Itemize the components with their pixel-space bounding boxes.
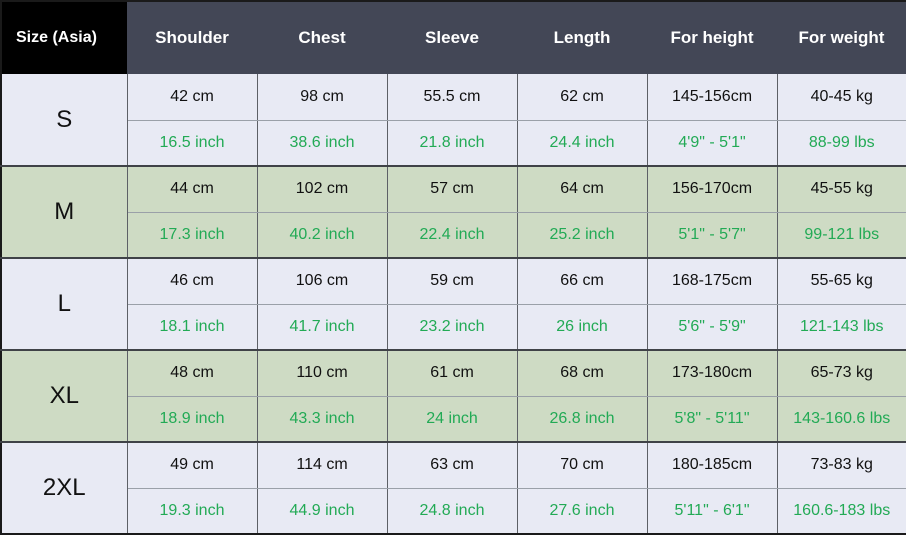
inch-value-cell: 16.5 inch xyxy=(126,120,258,167)
table-row: 17.3 inch 40.2 inch 22.4 inch 25.2 inch 5'1"… xyxy=(1,212,906,259)
cm-value-cell: 106 cm xyxy=(256,258,388,305)
inch-value-cell: 25.2 inch xyxy=(516,212,648,259)
inch-value-cell: 27.6 inch xyxy=(516,488,648,534)
cm-value-cell: 61 cm xyxy=(386,350,518,397)
table-row: S 42 cm 98 cm 55.5 cm 62 cm 145-156cm 40-45 kg xyxy=(1,74,906,167)
cm-value-cell: 73-83 kg xyxy=(776,442,906,489)
inch-value-cell: 24 inch xyxy=(386,396,518,443)
inch-value-cell: 5'11" - 6'1" xyxy=(646,488,778,534)
size-cell: XL xyxy=(1,350,128,443)
inch-value-cell: 17.3 inch xyxy=(126,212,258,259)
inch-value-cell: 38.6 inch xyxy=(256,120,388,167)
table-row: 19.3 inch 44.9 inch 24.8 inch 27.6 inch 5'11… xyxy=(1,488,906,534)
inch-value-cell: 26.8 inch xyxy=(516,396,648,443)
inch-value-cell: 88-99 lbs xyxy=(776,120,906,167)
size-chart-table: Size (Asia) Shoulder Chest Sleeve Length… xyxy=(0,0,906,535)
cm-value-cell: 59 cm xyxy=(386,258,518,305)
inch-value-cell: 160.6-183 lbs xyxy=(776,488,906,534)
header-row: Size (Asia) Shoulder Chest Sleeve Length… xyxy=(1,1,906,74)
inch-value-cell: 41.7 inch xyxy=(256,304,388,351)
inch-value-cell: 19.3 inch xyxy=(126,488,258,534)
cm-value-cell: 40-45 kg xyxy=(776,74,906,121)
cm-value-cell: 180-185cm xyxy=(646,442,778,489)
column-header-size: Size (Asia) xyxy=(1,1,127,74)
inch-value-cell: 99-121 lbs xyxy=(776,212,906,259)
inch-value-cell: 24.8 inch xyxy=(386,488,518,534)
cm-value-cell: 68 cm xyxy=(516,350,648,397)
cm-value-cell: 110 cm xyxy=(256,350,388,397)
column-header-for-weight: For weight xyxy=(777,1,906,74)
cm-value-cell: 42 cm xyxy=(126,74,258,121)
cm-value-cell: 63 cm xyxy=(386,442,518,489)
inch-value-cell: 23.2 inch xyxy=(386,304,518,351)
table-row: M 44 cm 102 cm 57 cm 64 cm 156-170cm 45-55 kg xyxy=(1,166,906,259)
size-cell: M xyxy=(1,166,128,259)
table-header: Size (Asia) Shoulder Chest Sleeve Length… xyxy=(1,1,906,74)
size-cell: L xyxy=(1,258,128,351)
cm-value-cell: 64 cm xyxy=(516,166,648,213)
inch-value-cell: 26 inch xyxy=(516,304,648,351)
cm-value-cell: 62 cm xyxy=(516,74,648,121)
cm-value-cell: 45-55 kg xyxy=(776,166,906,213)
inch-value-cell: 121-143 lbs xyxy=(776,304,906,351)
column-header-length: Length xyxy=(517,1,647,74)
cm-value-cell: 57 cm xyxy=(386,166,518,213)
cm-value-cell: 65-73 kg xyxy=(776,350,906,397)
inch-value-cell: 5'1" - 5'7" xyxy=(646,212,778,259)
inch-value-cell: 5'6" - 5'9" xyxy=(646,304,778,351)
cm-value-cell: 156-170cm xyxy=(646,166,778,213)
cm-value-cell: 145-156cm xyxy=(646,74,778,121)
column-header-for-height: For height xyxy=(647,1,777,74)
cm-value-cell: 70 cm xyxy=(516,442,648,489)
cm-value-cell: 55.5 cm xyxy=(386,74,518,121)
cm-value-cell: 114 cm xyxy=(256,442,388,489)
table-row: 16.5 inch 38.6 inch 21.8 inch 24.4 inch 4'9"… xyxy=(1,120,906,167)
size-cell: 2XL xyxy=(1,442,128,534)
column-header-sleeve: Sleeve xyxy=(387,1,517,74)
cm-value-cell: 49 cm xyxy=(126,442,258,489)
inch-value-cell: 44.9 inch xyxy=(256,488,388,534)
cm-value-cell: 44 cm xyxy=(126,166,258,213)
inch-value-cell: 143-160.6 lbs xyxy=(776,396,906,443)
size-cell: S xyxy=(1,74,128,167)
table-row: L 46 cm 106 cm 59 cm 66 cm 168-175cm 55-65 kg xyxy=(1,258,906,351)
table-row: XL 48 cm 110 cm 61 cm 68 cm 173-180cm 65-73 kg xyxy=(1,350,906,443)
inch-value-cell: 21.8 inch xyxy=(386,120,518,167)
cm-value-cell: 168-175cm xyxy=(646,258,778,305)
column-header-shoulder: Shoulder xyxy=(127,1,257,74)
inch-value-cell: 18.9 inch xyxy=(126,396,258,443)
table-row: 18.9 inch 43.3 inch 24 inch 26.8 inch 5'8" -… xyxy=(1,396,906,443)
inch-value-cell: 22.4 inch xyxy=(386,212,518,259)
cm-value-cell: 55-65 kg xyxy=(776,258,906,305)
inch-value-cell: 18.1 inch xyxy=(126,304,258,351)
column-header-chest: Chest xyxy=(257,1,387,74)
table-row: 18.1 inch 41.7 inch 23.2 inch 26 inch 5'6" -… xyxy=(1,304,906,351)
cm-value-cell: 46 cm xyxy=(126,258,258,305)
inch-value-cell: 43.3 inch xyxy=(256,396,388,443)
cm-value-cell: 48 cm xyxy=(126,350,258,397)
cm-value-cell: 66 cm xyxy=(516,258,648,305)
table-row: 2XL 49 cm 114 cm 63 cm 70 cm 180-185cm 73-83 k… xyxy=(1,442,906,534)
cm-value-cell: 173-180cm xyxy=(646,350,778,397)
inch-value-cell: 4'9" - 5'1" xyxy=(646,120,778,167)
table-body: S 42 cm 98 cm 55.5 cm 62 cm 145-156cm 40-45 kg… xyxy=(1,74,906,534)
cm-value-cell: 98 cm xyxy=(256,74,388,121)
inch-value-cell: 5'8" - 5'11" xyxy=(646,396,778,443)
cm-value-cell: 102 cm xyxy=(256,166,388,213)
inch-value-cell: 24.4 inch xyxy=(516,120,648,167)
inch-value-cell: 40.2 inch xyxy=(256,212,388,259)
